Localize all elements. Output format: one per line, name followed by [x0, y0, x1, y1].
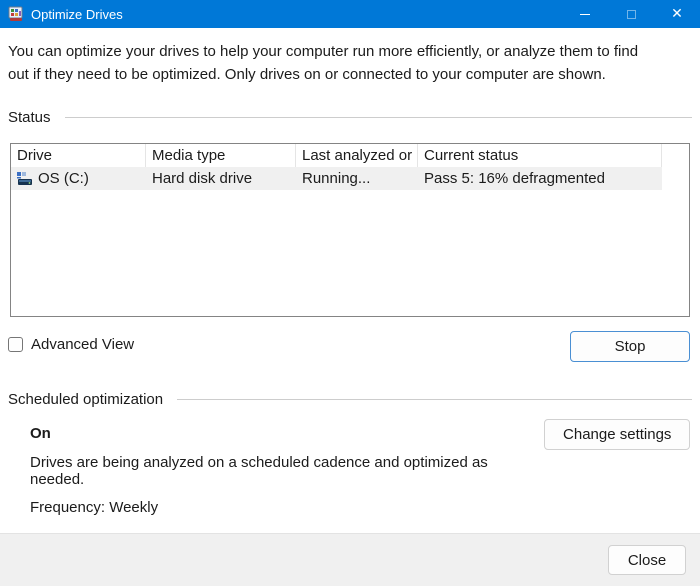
description-text: You can optimize your drives to help you…: [8, 40, 663, 86]
table-row-os-c[interactable]: OS (C:) Hard disk drive Running... Pass …: [11, 167, 662, 190]
last-analyzed-cell: Running...: [296, 167, 418, 190]
column-header-current-status[interactable]: Current status: [418, 144, 662, 167]
maximize-icon: [627, 10, 636, 19]
defrag-app-icon: [8, 6, 24, 22]
drives-table-header: Drive Media type Last analyzed or ... Cu…: [11, 144, 689, 167]
status-section-label: Status: [8, 109, 51, 126]
stop-button[interactable]: Stop: [570, 331, 690, 362]
close-button[interactable]: Close: [608, 545, 686, 575]
window-controls: ✕: [562, 0, 700, 28]
scheduled-frequency: Frequency: Weekly: [30, 499, 544, 516]
scheduled-state: On: [30, 425, 544, 442]
advanced-view-toggle[interactable]: Advanced View: [8, 336, 134, 353]
minimize-icon: [580, 14, 590, 15]
current-status-cell: Pass 5: 16% defragmented: [418, 167, 662, 190]
status-section-divider: [65, 117, 692, 118]
scheduled-section-body: On Drives are being analyzed on a schedu…: [8, 419, 692, 516]
media-type-cell: Hard disk drive: [146, 167, 296, 190]
status-section-header: Status: [8, 109, 692, 126]
drives-table: Drive Media type Last analyzed or ... Cu…: [10, 143, 690, 317]
dialog-footer: Close: [0, 533, 700, 586]
column-header-drive[interactable]: Drive: [11, 144, 146, 167]
scheduled-section-label: Scheduled optimization: [8, 391, 163, 408]
maximize-button[interactable]: [608, 0, 654, 28]
close-icon: ✕: [671, 5, 683, 22]
scheduled-section-divider: [177, 399, 692, 400]
drive-cell: OS (C:): [11, 167, 146, 190]
minimize-button[interactable]: [562, 0, 608, 28]
column-header-media-type[interactable]: Media type: [146, 144, 296, 167]
drive-name: OS (C:): [38, 170, 89, 187]
optimize-drives-window: Optimize Drives ✕ You can optimize your …: [0, 0, 700, 586]
change-settings-button[interactable]: Change settings: [544, 419, 690, 450]
dialog-content: You can optimize your drives to help you…: [0, 40, 700, 516]
titlebar: Optimize Drives ✕: [0, 0, 700, 28]
table-actions-row: Advanced View Stop: [8, 331, 692, 362]
window-title: Optimize Drives: [31, 7, 562, 22]
advanced-view-label: Advanced View: [31, 336, 134, 353]
scheduled-section-header: Scheduled optimization: [8, 391, 692, 408]
column-header-last-analyzed[interactable]: Last analyzed or ...: [296, 144, 418, 167]
checkbox-unchecked-icon[interactable]: [8, 337, 23, 352]
close-window-button[interactable]: ✕: [654, 0, 700, 28]
scheduled-info: On Drives are being analyzed on a schedu…: [8, 419, 544, 516]
scheduled-description: Drives are being analyzed on a scheduled…: [30, 454, 544, 488]
hard-drive-icon: [17, 171, 33, 187]
